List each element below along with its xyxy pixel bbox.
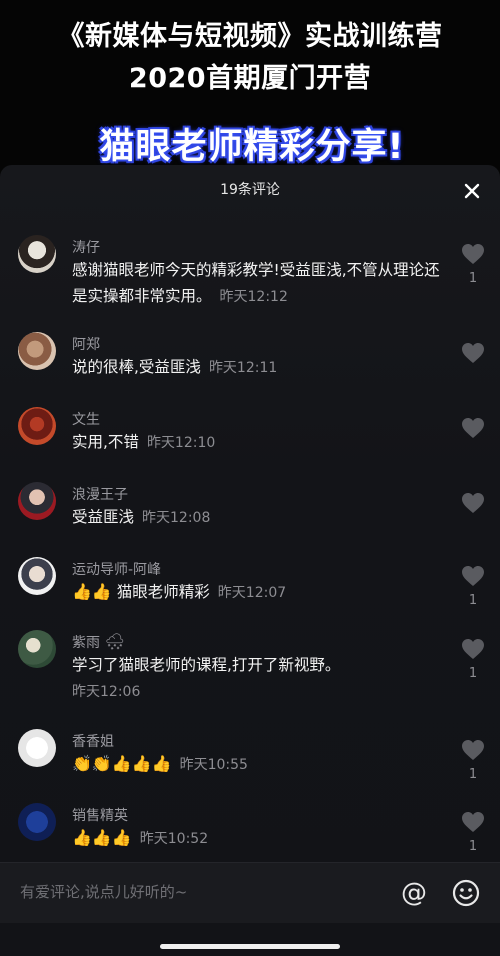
comment-text: 实用,不错 昨天12:10 xyxy=(72,429,452,456)
comment-item: 涛仔 感谢猫眼老师今天的精彩教学!受益匪浅,不管从理论还是实操都非常实用。 昨天1… xyxy=(0,233,500,313)
avatar[interactable] xyxy=(18,729,56,767)
comment-time: 昨天12:11 xyxy=(208,360,278,376)
avatar[interactable] xyxy=(18,332,56,370)
avatar[interactable] xyxy=(18,557,56,595)
comments-header: 19条评论 xyxy=(0,165,500,215)
like-button[interactable]: 1 xyxy=(458,638,488,681)
comment-emojis: 👍👍 xyxy=(72,582,112,601)
comment-item: 运动导师-阿峰 👍👍 猫眼老师精彩 昨天12:07 1 xyxy=(0,555,500,615)
heart-icon xyxy=(462,244,484,264)
comment-text: 👍👍👍 昨天10:52 xyxy=(72,825,452,852)
comment-author[interactable]: 文生 xyxy=(72,409,100,429)
comment-text: 👍👍 猫眼老师精彩 昨天12:07 xyxy=(72,579,452,606)
comments-count-title: 19条评论 xyxy=(220,182,280,198)
comment-emojis: 👏👏👍👍👍 xyxy=(72,754,172,773)
heart-icon xyxy=(462,740,484,760)
comment-text: 学习了猫眼老师的课程,打开了新视野。 昨天12:06 xyxy=(72,652,452,705)
like-button[interactable]: 1 xyxy=(458,739,488,782)
comment-item: 文生 实用,不错 昨天12:10 xyxy=(0,405,500,465)
home-indicator[interactable] xyxy=(160,944,340,949)
comments-sheet: 19条评论 涛仔 感谢猫眼老师今天的精彩教学!受益匪浅,不管从理论还是实操都非常… xyxy=(0,165,500,956)
like-button[interactable] xyxy=(458,492,488,514)
heart-icon xyxy=(462,418,484,438)
video-title-line2: 2020首期厦门开营 xyxy=(128,63,372,94)
like-button[interactable] xyxy=(458,417,488,439)
at-icon: @ xyxy=(401,878,427,908)
heart-icon xyxy=(462,493,484,513)
comment-input[interactable]: 有爱评论,说点儿好听的~ xyxy=(20,881,187,902)
like-button[interactable] xyxy=(458,342,488,364)
comment-time: 昨天10:52 xyxy=(139,831,209,847)
emoji-button[interactable] xyxy=(450,877,482,909)
comment-item: 销售精英 👍👍👍 昨天10:52 1 xyxy=(0,801,500,863)
heart-icon xyxy=(462,812,484,832)
heart-icon xyxy=(462,343,484,363)
comment-emojis: 👍👍👍 xyxy=(72,828,132,847)
smile-icon xyxy=(452,879,480,907)
heart-icon xyxy=(462,566,484,586)
close-button[interactable] xyxy=(458,177,486,205)
avatar[interactable] xyxy=(18,407,56,445)
comment-time: 昨天12:07 xyxy=(217,585,287,601)
like-count: 1 xyxy=(468,271,478,286)
avatar[interactable] xyxy=(18,235,56,273)
like-count: 1 xyxy=(468,593,478,608)
like-button[interactable]: 1 xyxy=(458,243,488,286)
mention-button[interactable]: @ xyxy=(398,877,430,909)
comment-body: 猫眼老师精彩 xyxy=(116,583,210,601)
comment-item: 阿郑 说的很棒,受益匪浅 昨天12:11 xyxy=(0,330,500,390)
comment-author[interactable]: 浪漫王子 xyxy=(72,484,128,504)
comment-text: 感谢猫眼老师今天的精彩教学!受益匪浅,不管从理论还是实操都非常实用。 昨天12:1… xyxy=(72,257,448,310)
video-area[interactable]: 《新媒体与短视频》实战训练营 2020首期厦门开营 猫眼老师精彩分享! xyxy=(0,0,500,175)
comment-text: 👏👏👍👍👍 昨天10:55 xyxy=(72,751,452,778)
comment-author[interactable]: 销售精英 xyxy=(72,805,128,825)
comment-item: 香香姐 👏👏👍👍👍 昨天10:55 1 xyxy=(0,727,500,789)
like-count: 1 xyxy=(468,767,478,782)
like-count: 1 xyxy=(468,839,478,854)
avatar[interactable] xyxy=(18,482,56,520)
comment-author[interactable]: 香香姐 xyxy=(72,731,114,751)
avatar[interactable] xyxy=(18,803,56,841)
comment-time: 昨天10:55 xyxy=(179,757,248,773)
comment-time: 昨天12:10 xyxy=(146,435,216,451)
snow-cloud-icon: 🌨 xyxy=(104,632,125,651)
comment-author[interactable]: 运动导师-阿峰 xyxy=(72,559,161,579)
comment-item: 紫雨 🌨 学习了猫眼老师的课程,打开了新视野。 昨天12:06 1 xyxy=(0,628,500,708)
comment-body: 学习了猫眼老师的课程,打开了新视野。 xyxy=(72,656,341,674)
comment-input-bar: 有爱评论,说点儿好听的~ @ xyxy=(0,862,500,923)
comment-time: 昨天12:08 xyxy=(142,510,211,526)
comment-time: 昨天12:12 xyxy=(219,289,288,305)
like-button[interactable]: 1 xyxy=(458,565,488,608)
video-banner: 猫眼老师精彩分享! xyxy=(99,127,405,167)
comment-author-name: 紫雨 xyxy=(72,635,100,651)
comment-time: 昨天12:06 xyxy=(72,684,141,700)
comment-text: 受益匪浅 昨天12:08 xyxy=(72,504,452,531)
comment-author[interactable]: 涛仔 xyxy=(72,237,100,257)
comment-author[interactable]: 紫雨 🌨 xyxy=(72,632,125,652)
like-button[interactable]: 1 xyxy=(458,811,488,854)
heart-icon xyxy=(462,639,484,659)
comment-author[interactable]: 阿郑 xyxy=(72,334,100,354)
close-icon xyxy=(464,183,480,199)
comment-body: 说的很棒,受益匪浅 xyxy=(72,358,201,376)
comment-text: 说的很棒,受益匪浅 昨天12:11 xyxy=(72,354,452,381)
comment-body: 实用,不错 xyxy=(72,433,139,451)
comment-body: 受益匪浅 xyxy=(72,508,135,526)
video-title-line1: 《新媒体与短视频》实战训练营 xyxy=(57,21,443,52)
like-count: 1 xyxy=(468,666,478,681)
avatar[interactable] xyxy=(18,630,56,668)
comment-item: 浪漫王子 受益匪浅 昨天12:08 xyxy=(0,480,500,540)
